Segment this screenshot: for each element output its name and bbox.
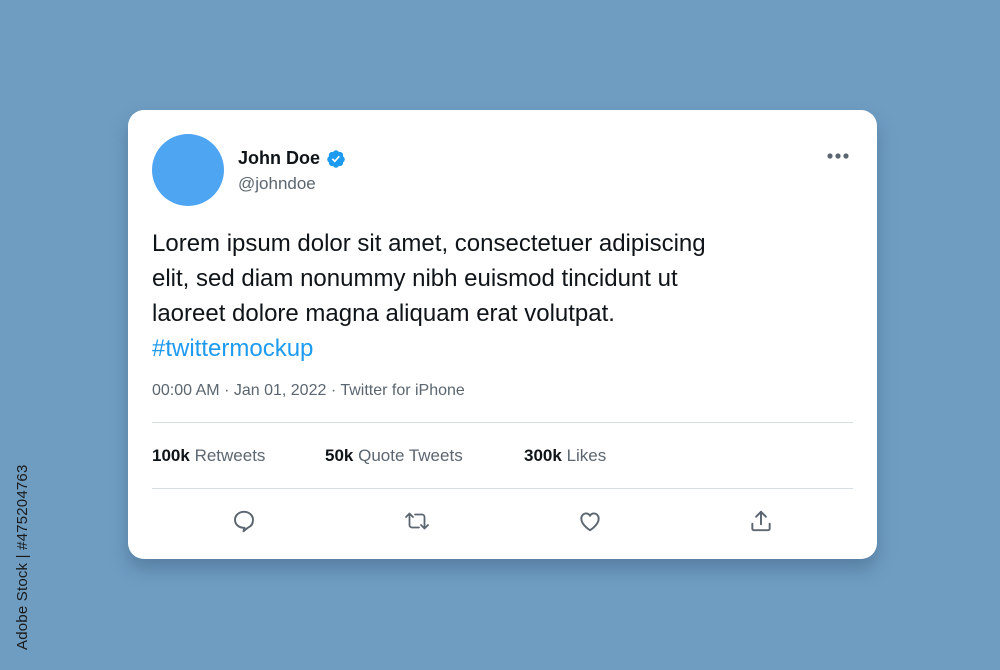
quote-tweets-stat[interactable]: 50k Quote Tweets (325, 446, 463, 466)
tweet-text: Lorem ipsum dolor sit amet, consectetuer… (152, 226, 852, 366)
likes-stat[interactable]: 300k Likes (524, 446, 606, 466)
likes-count: 300k (524, 446, 562, 465)
stock-id-text: Adobe Stock | #475204763 (14, 464, 31, 650)
divider (152, 422, 853, 423)
likes-label: Likes (566, 446, 607, 465)
quote-tweets-count: 50k (325, 446, 354, 465)
tweet-time[interactable]: 00:00 AM (152, 382, 220, 399)
tweet-date[interactable]: Jan 01, 2022 (234, 382, 327, 399)
meta-separator: · (330, 382, 337, 399)
author-name-row: John Doe (238, 148, 346, 169)
author-handle[interactable]: @johndoe (238, 174, 316, 194)
tweet-text-line: elit, sed diam nonummy nibh euismod tinc… (152, 265, 678, 292)
more-options-icon[interactable] (825, 148, 855, 164)
divider (152, 488, 853, 489)
share-icon[interactable] (746, 506, 776, 536)
display-name[interactable]: John Doe (238, 148, 320, 169)
avatar[interactable] (152, 134, 224, 206)
retweets-count: 100k (152, 446, 190, 465)
tweet-card: John Doe @johndoe Lorem ipsum dolor sit … (128, 110, 877, 559)
tweet-meta: 00:00 AM · Jan 01, 2022 · Twitter for iP… (152, 382, 465, 400)
tweet-source[interactable]: Twitter for iPhone (340, 382, 465, 399)
tweet-text-line: Lorem ipsum dolor sit amet, consectetuer… (152, 230, 706, 257)
meta-separator: · (224, 382, 230, 399)
tweet-actions (128, 506, 877, 536)
retweet-icon[interactable] (402, 506, 432, 536)
quote-tweets-label: Quote Tweets (358, 446, 463, 465)
like-icon[interactable] (575, 506, 605, 536)
hashtag-link[interactable]: #twittermockup (152, 331, 852, 366)
tweet-text-line: laoreet dolore magna aliquam erat volutp… (152, 300, 615, 327)
reply-icon[interactable] (229, 506, 259, 536)
verified-badge-icon (326, 149, 346, 169)
retweets-label: Retweets (194, 446, 266, 465)
retweets-stat[interactable]: 100k Retweets (152, 446, 265, 466)
